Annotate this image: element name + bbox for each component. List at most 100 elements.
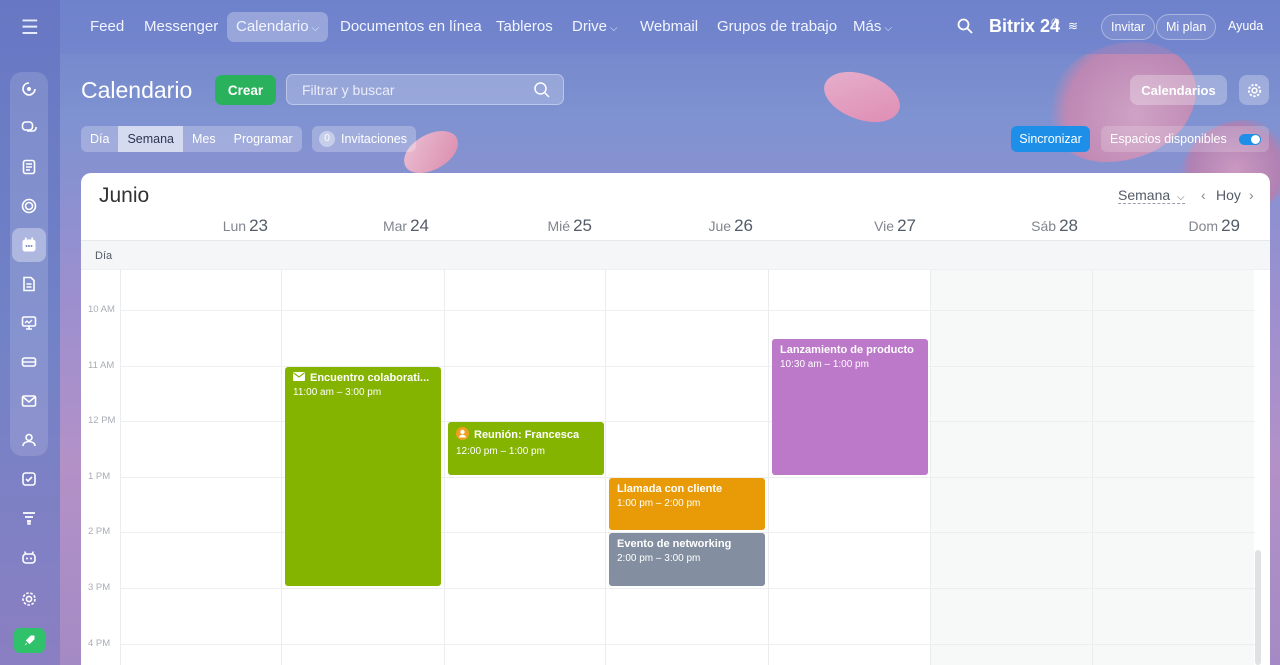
- hour-line: [120, 643, 1255, 645]
- gear-icon[interactable]: [1239, 75, 1269, 105]
- rail-calendar-icon[interactable]: [12, 228, 46, 262]
- day-header[interactable]: Mar 24: [281, 216, 443, 240]
- nav-item-label: Messenger: [144, 18, 219, 35]
- day-name: Lun: [222, 218, 247, 234]
- day-column[interactable]: [930, 270, 1092, 665]
- filter-search: [286, 74, 564, 105]
- day-column[interactable]: [1092, 270, 1254, 665]
- day-name: Jue: [708, 218, 732, 234]
- nav-item-calendario[interactable]: Calendario ⌵: [227, 12, 329, 42]
- chevron-left-icon[interactable]: ‹: [1201, 187, 1206, 203]
- event-time: 11:00 am – 3:00 pm: [293, 386, 382, 398]
- scrollbar[interactable]: [1255, 550, 1261, 665]
- rail-board-icon[interactable]: [12, 306, 46, 340]
- rail-mail-icon[interactable]: [12, 384, 46, 418]
- rocket-icon[interactable]: [14, 628, 45, 653]
- nav-item-más[interactable]: Más ⌵: [844, 12, 901, 42]
- day-date: 29: [1221, 216, 1240, 235]
- rail-drive-icon[interactable]: [12, 345, 46, 379]
- nav-item-documentos-en-línea[interactable]: Documentos en línea: [331, 12, 491, 42]
- day-date: 24: [410, 216, 429, 235]
- day-date: 26: [734, 216, 753, 235]
- day-column[interactable]: [120, 270, 282, 665]
- brand-logo[interactable]: Bitrix 24: [989, 16, 1060, 37]
- view-selector[interactable]: Semana ⌵: [1118, 187, 1185, 204]
- day-date: 28: [1059, 216, 1078, 235]
- help-button[interactable]: Ayuda: [1219, 14, 1272, 40]
- petal-decoration: [816, 58, 908, 136]
- search-icon[interactable]: [533, 81, 551, 99]
- invitations-label: Invitaciones: [341, 132, 408, 146]
- rail-chat-icon[interactable]: [12, 111, 46, 145]
- rail-filter-icon[interactable]: [12, 501, 46, 535]
- day-date: 25: [573, 216, 592, 235]
- invite-button[interactable]: Invitar: [1101, 14, 1156, 40]
- person-icon: [456, 427, 469, 443]
- create-button[interactable]: Crear: [215, 75, 276, 105]
- rail-settings-icon[interactable]: [12, 582, 46, 616]
- day-header[interactable]: Mié 25: [444, 216, 606, 240]
- nav-item-feed[interactable]: Feed: [81, 12, 133, 42]
- chevron-right-icon[interactable]: ›: [1249, 187, 1254, 203]
- search-icon[interactable]: [956, 17, 974, 35]
- event-time: 12:00 pm – 1:00 pm: [456, 446, 545, 458]
- rail-tasks-icon[interactable]: [12, 462, 46, 496]
- day-header[interactable]: Vie 27: [768, 216, 930, 240]
- sync-button[interactable]: Sincronizar: [1011, 126, 1090, 152]
- available-slots: Espacios disponibles: [1101, 126, 1269, 152]
- rail-robot-icon[interactable]: [12, 540, 46, 574]
- my-plan-button[interactable]: Mi plan: [1156, 14, 1217, 40]
- view-tab-semana[interactable]: Semana: [118, 126, 184, 152]
- invitations-count: 0: [319, 131, 335, 147]
- day-column[interactable]: [605, 270, 767, 665]
- event-title: Lanzamiento de producto: [780, 343, 914, 356]
- day-header[interactable]: Jue 26: [605, 216, 767, 240]
- event-title: Encuentro colaborati...: [293, 371, 433, 384]
- envelope-icon: [293, 371, 305, 384]
- nav-item-drive[interactable]: Drive ⌵: [563, 12, 627, 42]
- rail-feed-icon[interactable]: [12, 72, 46, 106]
- event-time: 10:30 am – 1:00 pm: [780, 358, 869, 370]
- nav-item-messenger[interactable]: Messenger: [135, 12, 227, 42]
- rail-docs-icon[interactable]: [12, 150, 46, 184]
- day-date: 23: [249, 216, 268, 235]
- rail-file-icon[interactable]: [12, 267, 46, 301]
- hour-label: 11 AM: [88, 359, 115, 371]
- hour-label: 1 PM: [88, 470, 111, 482]
- nav-item-label: Drive: [572, 18, 608, 35]
- calendar-event[interactable]: Lanzamiento de producto 10:30 am – 1:00 p…: [772, 338, 928, 475]
- chevron-down-icon: ⌵: [884, 23, 892, 34]
- day-header[interactable]: Lun 23: [120, 216, 282, 240]
- day-name: Sáb: [1031, 218, 1057, 234]
- nav-item-grupos-de-trabajo[interactable]: Grupos de trabajo: [708, 12, 846, 42]
- invitations-button[interactable]: 0 Invitaciones: [312, 126, 417, 152]
- chevron-down-icon: ⌵: [610, 23, 618, 34]
- calendar-event[interactable]: Encuentro colaborati... 11:00 am – 3:00 p…: [285, 366, 441, 586]
- calendar-event[interactable]: Reunión: Francesca 12:00 pm – 1:00 pm: [448, 422, 604, 475]
- view-tab-día[interactable]: Día: [81, 126, 118, 152]
- search-input[interactable]: [287, 75, 527, 104]
- nav-item-tableros[interactable]: Tableros: [487, 12, 562, 42]
- calendar-event[interactable]: Evento de networking 2:00 pm – 3:00 pm: [609, 533, 765, 586]
- view-tab-mes[interactable]: Mes: [183, 126, 225, 152]
- day-header[interactable]: Sáb 28: [930, 216, 1092, 240]
- time-grid[interactable]: 10 AM 11 AM 12 PM 1 PM 2 PM 3 PM 4 PM Encuentro…: [81, 270, 1270, 665]
- calendars-button[interactable]: Calendarios: [1130, 75, 1227, 105]
- left-rail: ☰: [0, 0, 60, 665]
- allday-row[interactable]: Día: [81, 240, 1270, 270]
- rail-users-icon[interactable]: [12, 423, 46, 457]
- available-toggle[interactable]: [1239, 134, 1261, 145]
- nav-item-label: Calendario: [236, 18, 309, 35]
- view-tab-programar[interactable]: Programar: [225, 126, 302, 152]
- day-header[interactable]: Dom 29: [1092, 216, 1254, 240]
- rail-circle-icon[interactable]: [12, 189, 46, 223]
- available-label: Espacios disponibles: [1110, 132, 1227, 146]
- hour-label: 3 PM: [88, 582, 111, 593]
- calendar-event[interactable]: Llamada con cliente 1:00 pm – 2:00 pm: [609, 477, 765, 531]
- day-name: Mar: [382, 218, 408, 234]
- menu-icon[interactable]: ☰: [12, 10, 48, 44]
- sliders-icon[interactable]: ≋: [1068, 19, 1078, 33]
- nav-item-label: Documentos en línea: [340, 18, 482, 35]
- nav-item-webmail[interactable]: Webmail: [631, 12, 707, 42]
- today-button[interactable]: Hoy: [1216, 187, 1241, 203]
